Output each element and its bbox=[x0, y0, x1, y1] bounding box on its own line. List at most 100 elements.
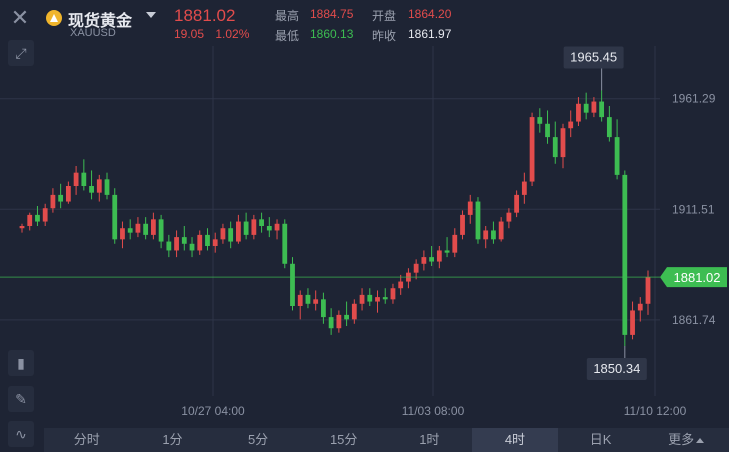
candle-body bbox=[143, 223, 149, 235]
candle-body bbox=[174, 237, 179, 251]
low-value: 1860.13 bbox=[310, 27, 354, 41]
change-abs: 19.05 bbox=[174, 27, 205, 41]
tab-4hour[interactable]: 4时 bbox=[472, 428, 558, 452]
candle-body bbox=[135, 223, 141, 233]
max-price-label: 1965.45 bbox=[570, 49, 617, 64]
candle-body bbox=[514, 194, 520, 213]
candle-body bbox=[390, 288, 396, 300]
candle-body bbox=[367, 294, 373, 302]
last-price: 1881.02 bbox=[174, 6, 236, 25]
candle-body bbox=[545, 123, 550, 138]
candle-body bbox=[614, 137, 620, 175]
candle-body bbox=[421, 257, 427, 264]
candle-body bbox=[491, 230, 496, 240]
candle-body bbox=[228, 228, 234, 242]
candle-body bbox=[212, 239, 218, 246]
candle-body bbox=[181, 237, 187, 244]
indicator-icon[interactable]: ▮ bbox=[8, 350, 34, 376]
tab-timeshare[interactable]: 分时 bbox=[44, 428, 130, 452]
candle-body bbox=[35, 214, 40, 222]
candles bbox=[19, 90, 651, 346]
min-price-label: 1850.34 bbox=[593, 361, 640, 376]
candle-body bbox=[266, 226, 272, 231]
candle-body bbox=[637, 303, 643, 311]
tab-15min[interactable]: 15分 bbox=[301, 428, 387, 452]
prev-close-value: 1861.97 bbox=[408, 27, 452, 41]
instrument-symbol: XAUUSD bbox=[70, 27, 116, 39]
candle-body bbox=[375, 297, 380, 302]
candle-body bbox=[189, 243, 195, 251]
candle-body bbox=[359, 294, 365, 304]
candle-body bbox=[591, 101, 597, 113]
tab-daily[interactable]: 日K bbox=[558, 428, 644, 452]
candle-body bbox=[127, 228, 133, 233]
candle-body bbox=[398, 281, 404, 289]
tab-5min[interactable]: 5分 bbox=[215, 428, 301, 452]
tab-1hour[interactable]: 1时 bbox=[387, 428, 473, 452]
draw-icon[interactable]: ✎ bbox=[8, 386, 34, 412]
candle-body bbox=[27, 214, 33, 226]
candle-body bbox=[560, 128, 566, 158]
tab-1min[interactable]: 1分 bbox=[130, 428, 216, 452]
close-icon[interactable]: ✕ bbox=[8, 7, 32, 31]
candle-body bbox=[274, 223, 280, 231]
candle-body bbox=[537, 117, 543, 124]
y-axis-tick-label: 1961.29 bbox=[672, 92, 716, 106]
candle-body bbox=[630, 310, 635, 335]
candle-body bbox=[158, 219, 164, 242]
candle-body bbox=[344, 314, 349, 320]
candle-body bbox=[645, 277, 651, 304]
candle-body bbox=[42, 208, 48, 222]
price-change: 19.05 1.02% bbox=[174, 27, 257, 41]
y-axis-tick-label: 1911.51 bbox=[672, 202, 715, 216]
candle-body bbox=[429, 257, 435, 262]
candle-body bbox=[452, 234, 458, 253]
period-tabs: 分时 1分 5分 15分 1时 4时 日K 更多 bbox=[44, 428, 729, 452]
candle-body bbox=[436, 250, 442, 262]
candle-body bbox=[529, 117, 535, 182]
open-value: 1864.20 bbox=[408, 7, 452, 21]
expand-icon[interactable]: ⤢ bbox=[8, 40, 34, 66]
candle-body bbox=[259, 219, 264, 226]
x-axis-tick-label: 10/27 04:00 bbox=[181, 404, 245, 418]
candle-body bbox=[351, 303, 357, 320]
candle-body bbox=[622, 174, 628, 335]
candle-body bbox=[475, 201, 481, 240]
candle-body bbox=[19, 226, 25, 229]
candle-body bbox=[243, 221, 249, 235]
candle-body bbox=[483, 230, 489, 240]
candlestick-chart[interactable]: 1961.29 1911.51 1861.74 10/27 04:00 11/03 08… bbox=[0, 46, 729, 428]
candle-body bbox=[583, 103, 589, 113]
candle-body bbox=[251, 219, 257, 235]
chart-type-icon[interactable]: ∿ bbox=[8, 421, 34, 447]
candle-body bbox=[166, 241, 172, 251]
candle-body bbox=[290, 263, 295, 306]
candle-body bbox=[498, 221, 504, 240]
candle-body bbox=[112, 194, 118, 240]
candle-body bbox=[599, 101, 605, 118]
candle-body bbox=[568, 121, 574, 129]
candle-body bbox=[282, 223, 288, 264]
x-axis-tick-label: 11/03 08:00 bbox=[402, 404, 465, 418]
change-pct: 1.02% bbox=[215, 27, 250, 41]
candle-body bbox=[58, 194, 64, 202]
candle-body bbox=[413, 263, 419, 273]
candle-body bbox=[313, 299, 319, 304]
prev-close-label: 昨收 bbox=[372, 29, 397, 43]
caret-up-icon bbox=[696, 438, 705, 444]
high-label: 最高 bbox=[275, 9, 300, 23]
tab-more[interactable]: 更多 bbox=[643, 428, 729, 452]
candle-body bbox=[336, 314, 342, 329]
candle-body bbox=[50, 194, 56, 209]
x-axis-tick-label: 11/10 12:00 bbox=[624, 404, 687, 418]
candle-body bbox=[552, 137, 558, 158]
high-value: 1884.75 bbox=[310, 7, 354, 21]
chart-overlays: 1881.02 1965.45 1850.34 bbox=[0, 46, 727, 380]
current-price-label: 1881.02 bbox=[674, 270, 721, 285]
instrument-dropdown-caret-icon[interactable] bbox=[146, 12, 156, 18]
candle-body bbox=[104, 179, 110, 195]
quote-header: ✕ 现货黄金 XAUUSD 1881.02 19.05 1.02% 最高 188… bbox=[0, 0, 729, 46]
candle-body bbox=[521, 181, 527, 195]
candle-body bbox=[73, 172, 79, 186]
candle-body bbox=[328, 317, 334, 329]
